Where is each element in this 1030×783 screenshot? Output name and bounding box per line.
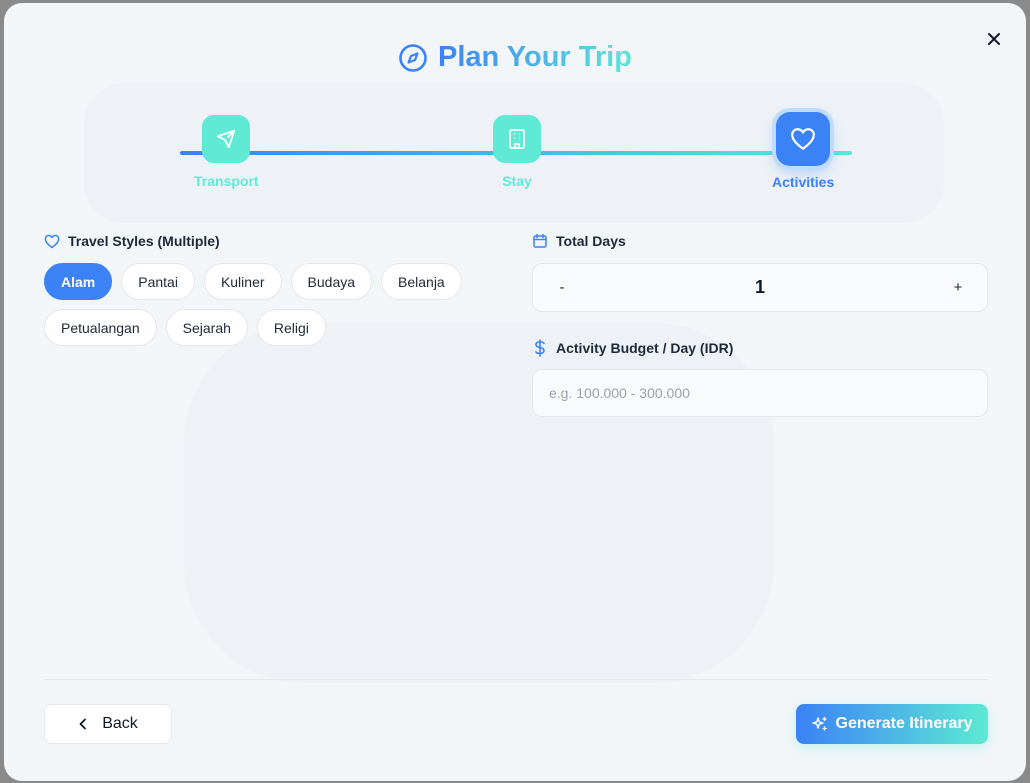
step-icon-box: [202, 115, 251, 163]
step-label: Stay: [502, 173, 532, 189]
step-label: Activities: [772, 174, 835, 190]
budget-label-text: Activity Budget / Day (IDR): [556, 340, 734, 356]
dollar-icon: [535, 339, 545, 357]
generate-itinerary-button[interactable]: Generate Itinerary: [796, 704, 988, 744]
step-icon-box: [493, 115, 541, 163]
budget-input[interactable]: [532, 369, 988, 417]
footer-divider: [44, 679, 988, 680]
back-button[interactable]: Back: [44, 704, 172, 744]
total-days-label: Total Days: [532, 233, 626, 249]
total-days-stepper: - 1 +: [532, 263, 988, 312]
chip-religi[interactable]: Religi: [256, 309, 326, 346]
travel-styles-label-text: Travel Styles (Multiple): [68, 233, 220, 249]
chip-kuliner[interactable]: Kuliner: [203, 263, 282, 300]
heart-icon: [44, 234, 60, 248]
chevron-left-icon: [79, 718, 87, 730]
decrement-button[interactable]: -: [553, 279, 571, 296]
building-icon: [509, 129, 525, 149]
travel-style-chips: Alam Pantai Kuliner Budaya Belanja Petua…: [44, 263, 484, 346]
step-stay[interactable]: Stay: [493, 115, 541, 189]
plan-trip-modal: Plan Your Trip Transport Stay Activities…: [4, 3, 1026, 781]
generate-itinerary-label: Generate Itinerary: [835, 715, 973, 732]
step-activities[interactable]: Activities: [772, 112, 834, 190]
progress-stepper: Transport Stay Activities: [4, 3, 1026, 203]
chip-pantai[interactable]: Pantai: [121, 263, 195, 300]
heart-icon: [791, 128, 816, 150]
back-button-label: Back: [102, 715, 138, 732]
step-icon-box: [776, 112, 831, 166]
chip-alam[interactable]: Alam: [44, 263, 113, 300]
calendar-icon: [533, 233, 547, 248]
sparkles-icon: [811, 716, 827, 731]
total-days-value[interactable]: 1: [755, 277, 765, 298]
step-transport[interactable]: Transport: [194, 115, 259, 189]
plane-icon: [217, 129, 236, 149]
travel-styles-label: Travel Styles (Multiple): [44, 233, 220, 249]
increment-button[interactable]: +: [949, 279, 967, 296]
step-label: Transport: [194, 173, 259, 189]
chip-budaya[interactable]: Budaya: [290, 263, 373, 300]
total-days-label-text: Total Days: [556, 233, 626, 249]
chip-belanja[interactable]: Belanja: [381, 263, 462, 300]
chip-petualangan[interactable]: Petualangan: [44, 309, 157, 346]
chip-sejarah[interactable]: Sejarah: [165, 309, 248, 346]
budget-label: Activity Budget / Day (IDR): [532, 339, 733, 357]
